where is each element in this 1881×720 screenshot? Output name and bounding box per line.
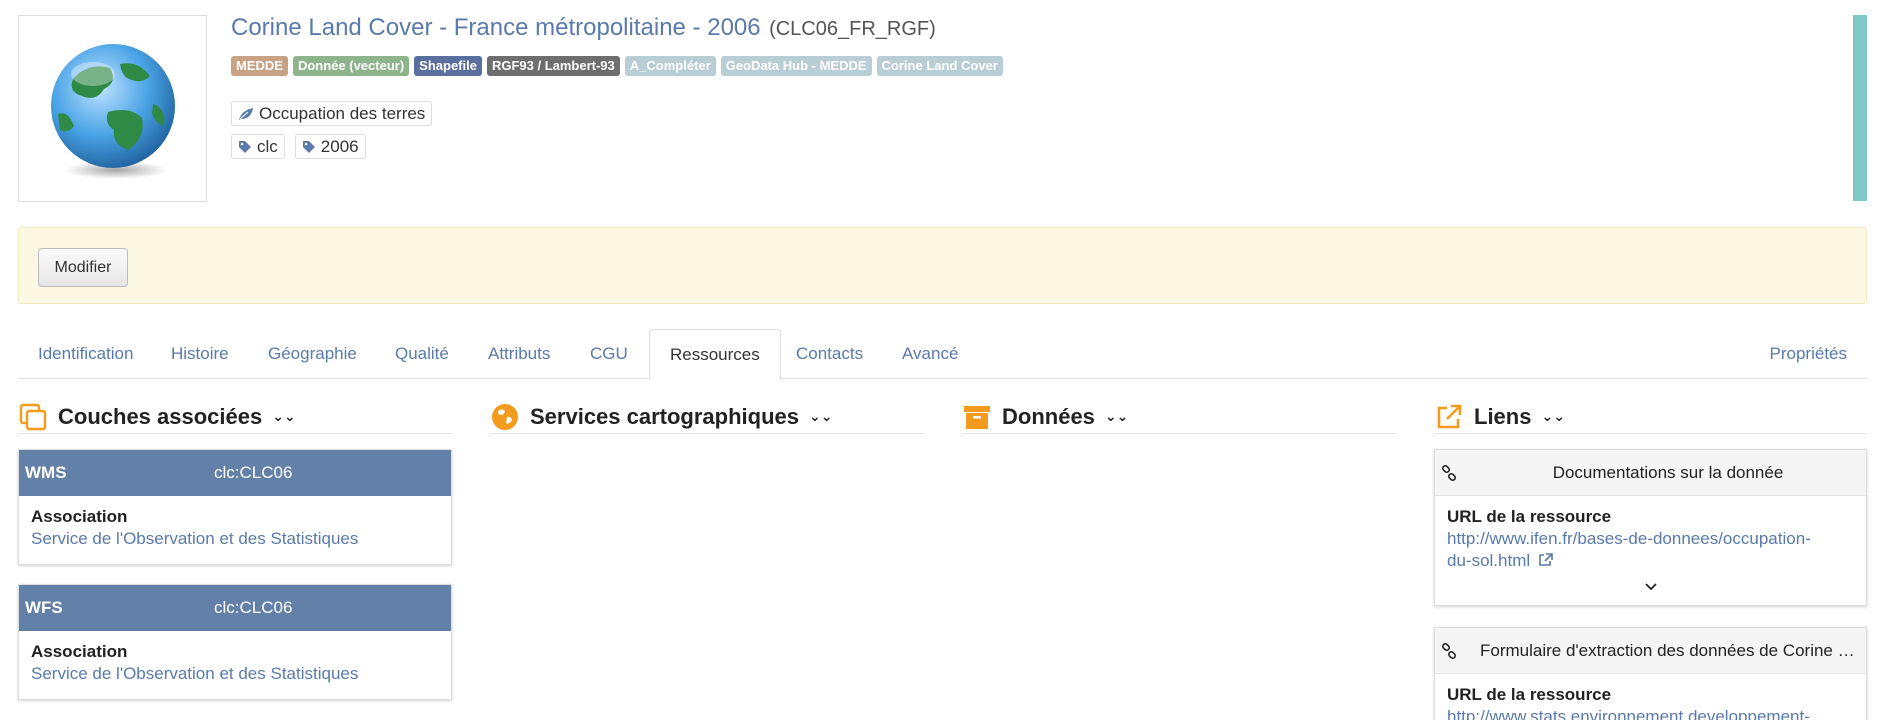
- data-section-header[interactable]: Données ⌄⌄: [962, 400, 1396, 434]
- external-link-icon: [1437, 404, 1462, 428]
- dataset-code: (CLC06_FR_RGF): [769, 18, 936, 40]
- tab-terms[interactable]: CGU: [570, 329, 648, 379]
- keyword-chip[interactable]: 2006: [294, 134, 366, 159]
- tab-advanced[interactable]: Avancé: [882, 329, 978, 379]
- archive-icon: [964, 405, 990, 429]
- resource-url-line1[interactable]: http://www.stats.environnement.developpe…: [1447, 706, 1854, 720]
- layer-name: clc:CLC06: [214, 598, 293, 617]
- leaf-icon: [239, 107, 253, 120]
- label-source: GeoData Hub - MEDDE: [720, 56, 872, 76]
- label-projection: RGF93 / Lambert-93: [486, 56, 620, 76]
- label-data-type: Donnée (vecteur): [292, 56, 410, 76]
- layers-section-header[interactable]: Couches associées ⌄⌄: [18, 400, 452, 434]
- dataset-title-row: Corine Land Cover - France métropolitain…: [231, 14, 936, 42]
- category-chip[interactable]: Occupation des terres: [231, 101, 433, 126]
- label-collection: Corine Land Cover: [876, 56, 1003, 76]
- association-link[interactable]: Service de l'Observation et des Statisti…: [31, 528, 439, 550]
- globe-icon: [492, 403, 518, 430]
- globe-thumbnail-icon: [50, 43, 175, 179]
- data-section-title: Données: [1002, 403, 1095, 429]
- tag-icon: [239, 140, 251, 153]
- tab-attributes[interactable]: Attributs: [468, 329, 570, 379]
- tag-icon: [302, 140, 315, 153]
- links-section-title: Liens: [1474, 403, 1532, 429]
- layer-protocol: WMS: [25, 463, 67, 482]
- double-chevron-down-icon: ⌄⌄: [1104, 408, 1129, 424]
- link-card[interactable]: Documentations sur la donnée URL de la r…: [1434, 449, 1867, 606]
- resource-url-line2-row[interactable]: du-sol.html: [1447, 550, 1854, 572]
- dataset-thumbnail: [18, 15, 207, 202]
- expand-chevron-icon[interactable]: [1447, 578, 1854, 596]
- layer-card-wms[interactable]: WMS clc:CLC06 Association Service de l'O…: [18, 449, 452, 565]
- layer-card-header: WFS clc:CLC06: [19, 585, 451, 631]
- link-card-body: URL de la ressource http://www.stats.env…: [1435, 674, 1866, 720]
- keyword-chip[interactable]: clc: [231, 134, 285, 159]
- tab-properties[interactable]: Propriétés: [1750, 329, 1867, 379]
- link-icon: [1435, 642, 1480, 659]
- services-section-title: Services cartographiques: [530, 403, 800, 429]
- tab-quality[interactable]: Qualité: [375, 329, 469, 379]
- layer-card-header: WMS clc:CLC06: [19, 450, 451, 496]
- association-link[interactable]: Service de l'Observation et des Statisti…: [31, 663, 439, 685]
- link-card[interactable]: Formulaire d'extraction des données de C…: [1434, 627, 1867, 720]
- link-icon: [1435, 464, 1480, 481]
- resource-url-line1[interactable]: http://www.ifen.fr/bases-de-donnees/occu…: [1447, 528, 1854, 550]
- copy-icon: [19, 403, 47, 430]
- double-chevron-down-icon: ⌄⌄: [272, 408, 296, 424]
- tab-resources[interactable]: Ressources: [649, 329, 781, 380]
- link-card-title: Formulaire d'extraction des données de C…: [1480, 640, 1862, 660]
- link-card-header: Formulaire d'extraction des données de C…: [1435, 628, 1866, 674]
- tab-contacts[interactable]: Contacts: [776, 329, 883, 379]
- links-section-header[interactable]: Liens ⌄⌄: [1434, 400, 1867, 434]
- layers-section-title: Couches associées: [58, 403, 263, 429]
- link-card-header: Documentations sur la donnée: [1435, 450, 1866, 496]
- association-label: Association: [31, 507, 128, 526]
- dataset-labels: MEDDE Donnée (vecteur) Shapefile RGF93 /…: [231, 56, 1003, 76]
- double-chevron-down-icon: ⌄⌄: [1541, 408, 1565, 424]
- keyword-label: clc: [257, 136, 278, 156]
- resource-url-label: URL de la ressource: [1447, 685, 1612, 704]
- double-chevron-down-icon: ⌄⌄: [809, 408, 833, 424]
- category-label: Occupation des terres: [259, 103, 426, 123]
- layer-name: clc:CLC06: [214, 463, 293, 482]
- status-accent-bar: [1853, 15, 1867, 201]
- link-card-body: URL de la ressource http://www.ifen.fr/b…: [1435, 496, 1866, 606]
- tab-identification[interactable]: Identification: [18, 329, 153, 379]
- tab-history[interactable]: Histoire: [151, 329, 249, 379]
- tab-bar: Identification Histoire Géographie Quali…: [18, 329, 1867, 380]
- edit-button[interactable]: Modifier: [38, 248, 128, 287]
- services-section-header[interactable]: Services cartographiques ⌄⌄: [490, 400, 924, 434]
- resource-url-label: URL de la ressource: [1447, 507, 1612, 526]
- resource-url-line2[interactable]: du-sol.html: [1447, 551, 1530, 570]
- association-label: Association: [31, 642, 128, 661]
- external-link-small-icon: [1539, 553, 1553, 566]
- label-medde: MEDDE: [231, 56, 288, 76]
- dataset-title: Corine Land Cover - France métropolitain…: [231, 14, 761, 41]
- layer-card-body: Association Service de l'Observation et …: [19, 496, 451, 560]
- layer-card-body: Association Service de l'Observation et …: [19, 631, 451, 695]
- category-chips: Occupation des terres: [231, 101, 433, 126]
- label-status: A_Compléter: [624, 56, 716, 76]
- layer-card-wfs[interactable]: WFS clc:CLC06 Association Service de l'O…: [18, 584, 452, 700]
- keyword-label: 2006: [320, 136, 359, 156]
- layer-protocol: WFS: [25, 598, 63, 617]
- label-format: Shapefile: [414, 56, 482, 76]
- link-card-title: Documentations sur la donnée: [1552, 462, 1784, 482]
- keyword-chips: clc 2006: [231, 134, 366, 159]
- action-bar: Modifier: [18, 227, 1867, 304]
- tab-geography[interactable]: Géographie: [248, 329, 377, 379]
